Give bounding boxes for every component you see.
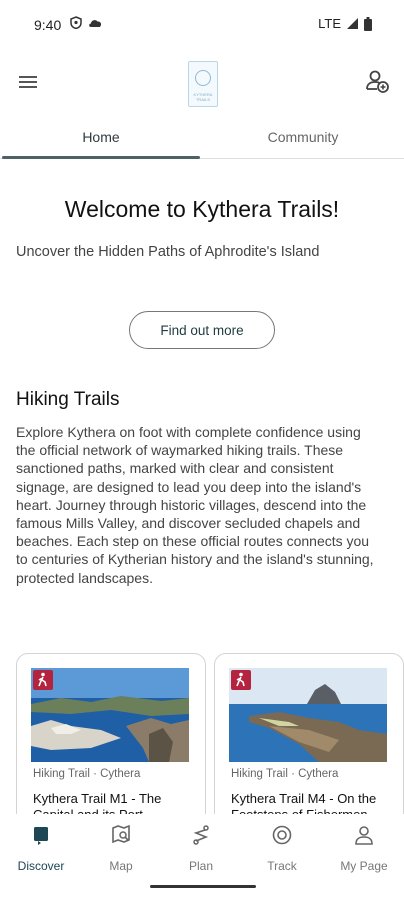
nav-label: Plan xyxy=(188,859,214,873)
person-icon xyxy=(355,826,373,845)
shield-icon xyxy=(70,16,82,29)
track-icon xyxy=(272,825,292,845)
discover-icon xyxy=(34,827,48,845)
nav-label: Map xyxy=(109,859,133,873)
nav-label: Track xyxy=(267,859,297,873)
battery-icon xyxy=(364,16,372,31)
nav-label: Discover xyxy=(17,859,65,873)
trail-photo xyxy=(31,668,189,762)
gesture-handle xyxy=(150,885,256,888)
tab-active-indicator xyxy=(2,156,200,159)
nav-discover[interactable]: Discover xyxy=(11,824,71,880)
nav-my-page[interactable]: My Page xyxy=(334,824,394,880)
cloud-icon xyxy=(89,19,102,27)
find-out-more-button[interactable]: Find out more xyxy=(129,311,275,349)
tab-home[interactable]: Home xyxy=(0,118,202,158)
status-bar: 9:40 LTE xyxy=(0,0,404,50)
map-icon xyxy=(112,824,130,844)
logo-text: KYTHERA TRAILS xyxy=(193,92,213,102)
status-time: 9:40 xyxy=(34,17,62,33)
page-title: Welcome to Kythera Trails! xyxy=(64,196,340,222)
section-description: Explore Kythera on foot with complete co… xyxy=(16,424,374,586)
app-logo: KYTHERA TRAILS xyxy=(188,61,218,107)
signal-icon xyxy=(347,18,358,29)
card-meta: Hiking Trail · Cythera xyxy=(231,768,339,780)
page-subtitle: Uncover the Hidden Paths of Aphrodite's … xyxy=(16,244,320,260)
menu-icon[interactable] xyxy=(16,70,40,94)
logo-emblem xyxy=(195,70,211,86)
status-notification-icons xyxy=(70,16,103,29)
hiker-icon xyxy=(231,670,251,690)
status-system-icons: LTE xyxy=(318,16,372,31)
trail-photo xyxy=(229,668,387,762)
nav-map[interactable]: Map xyxy=(91,824,151,880)
add-account-icon[interactable] xyxy=(364,68,390,94)
nav-plan[interactable]: Plan xyxy=(171,824,231,880)
nav-track[interactable]: Track xyxy=(252,824,312,880)
network-label: LTE xyxy=(318,16,341,31)
tab-bar: Home Community xyxy=(0,118,404,160)
nav-label: My Page xyxy=(340,859,388,873)
app-bar: KYTHERA TRAILS xyxy=(0,55,404,113)
tab-community[interactable]: Community xyxy=(202,118,404,158)
plan-icon xyxy=(193,825,209,845)
hiker-icon xyxy=(33,670,53,690)
section-title: Hiking Trails xyxy=(16,389,120,410)
card-meta: Hiking Trail · Cythera xyxy=(33,768,141,780)
